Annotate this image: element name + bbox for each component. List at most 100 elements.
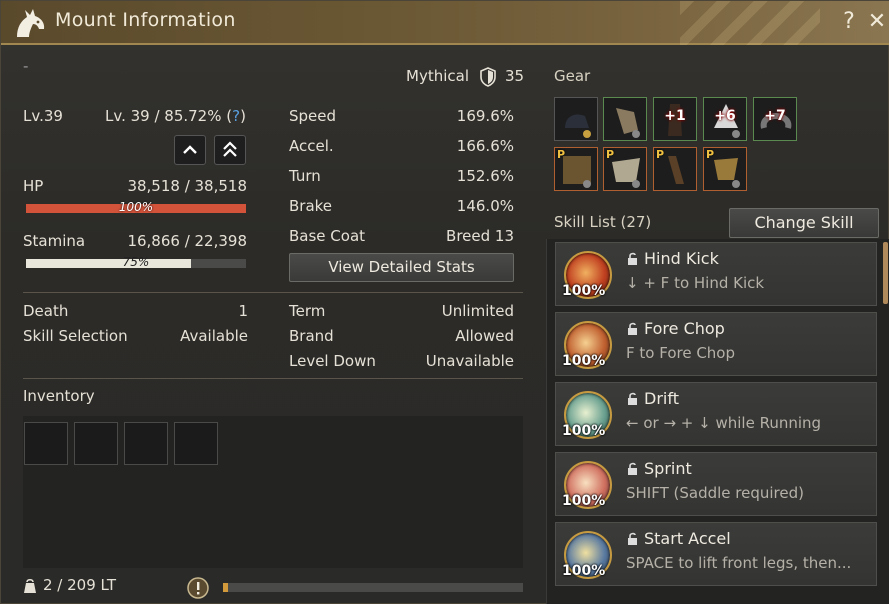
stat-value: Breed 13 [446, 227, 514, 245]
warning-icon[interactable] [187, 577, 209, 599]
info-value: 1 [238, 302, 248, 320]
enhancement-level: +1 [664, 108, 686, 124]
premium-saddle-icon[interactable]: P [554, 147, 598, 191]
skill-name: Sprint [644, 459, 692, 478]
double-chevron-up-icon [223, 141, 237, 157]
stat-value: 169.6% [456, 107, 514, 125]
hp-label: HP [23, 177, 44, 195]
skill-percent: 100% [562, 423, 606, 439]
stat-value: 146.0% [456, 197, 514, 215]
stamina-bar-text: 75% [122, 255, 150, 269]
info-value: Available [180, 327, 248, 345]
skill-item-sprint[interactable]: 100% Sprint SHIFT (Saddle required) [555, 452, 877, 516]
level-up-button[interactable] [174, 135, 206, 165]
hp-bar-text: 100% [118, 200, 154, 214]
info-label: Term [289, 302, 326, 320]
unlock-icon [628, 322, 637, 335]
skill-item-fore-chop[interactable]: 100% Fore Chop F to Fore Chop [555, 312, 877, 376]
skill-description: SHIFT (Saddle required) [626, 484, 804, 502]
enhancement-level: +7 [764, 108, 786, 124]
title-bar[interactable]: Mount Information ? ✕ [1, 1, 889, 45]
stat-label: Accel. [289, 137, 334, 155]
stat-label: Base Coat [289, 227, 366, 245]
weight-icon [24, 578, 36, 593]
divider [23, 292, 523, 293]
premium-horseshoe-icon[interactable]: P [703, 147, 747, 191]
skill-description: ↓ + F to Hind Kick [626, 274, 765, 292]
stat-value: 152.6% [456, 167, 514, 185]
level-up-max-button[interactable] [214, 135, 246, 165]
horseshoe-icon[interactable]: +7 [753, 97, 797, 141]
skill-item-start-accel[interactable]: 100% Start Accel SPACE to lift front leg… [555, 522, 877, 586]
info-label: Level Down [289, 352, 376, 370]
barding-icon[interactable]: +1 [653, 97, 697, 141]
level-value: Lv. 39 / 85.72% (?) [105, 107, 246, 125]
champron-icon[interactable]: +6 [703, 97, 747, 141]
skill-name: Drift [644, 389, 679, 408]
stirrups-icon[interactable] [603, 97, 647, 141]
unlock-icon [628, 532, 637, 545]
capacity-bar-fill [223, 583, 229, 592]
saddle-icon [565, 114, 591, 138]
info-value: Unlimited [441, 302, 514, 320]
skill-percent: 100% [562, 493, 606, 509]
gear-title: Gear [554, 67, 591, 85]
inventory-slot[interactable] [174, 422, 218, 465]
inventory-capacity: 2 / 209 LT [43, 576, 116, 594]
grade-value: 35 [505, 67, 525, 85]
premium-mark: P [656, 148, 665, 161]
skill-description: ← or → + ↓ while Running [626, 414, 822, 432]
help-button[interactable]: ? [839, 9, 859, 34]
premium-mark: P [706, 148, 715, 161]
hp-value: 38,518 / 38,518 [127, 177, 247, 195]
skill-percent: 100% [562, 283, 606, 299]
info-value: Allowed [455, 327, 514, 345]
grade-label: Mythical [406, 67, 469, 85]
skill-item-hind-kick[interactable]: 100% Hind Kick ↓ + F to Hind Kick [555, 242, 877, 306]
close-button[interactable]: ✕ [865, 9, 889, 34]
inventory-title: Inventory [23, 387, 95, 405]
stamina-label: Stamina [23, 232, 86, 250]
skill-item-drift[interactable]: 100% Drift ← or → + ↓ while Running [555, 382, 877, 446]
enhancement-level: +6 [714, 108, 736, 124]
capacity-bar [223, 583, 523, 592]
info-label: Brand [289, 327, 334, 345]
stat-value: 166.6% [456, 137, 514, 155]
horse-head-icon [17, 9, 45, 37]
title-bar-decoration [680, 1, 820, 45]
view-detailed-stats-button[interactable]: View Detailed Stats [289, 253, 514, 282]
skill-list-scrollbar[interactable] [883, 242, 888, 304]
premium-mark: P [557, 148, 566, 161]
inventory-grid [23, 416, 523, 568]
inventory-slot[interactable] [24, 422, 68, 465]
info-value: Unavailable [425, 352, 514, 370]
shield-icon [480, 67, 496, 87]
change-skill-button[interactable]: Change Skill [729, 208, 879, 238]
stamina-value: 16,866 / 22,398 [127, 232, 247, 250]
level-help-link[interactable]: ? [232, 107, 240, 125]
skill-name: Start Accel [644, 529, 731, 548]
inventory-slot[interactable] [124, 422, 168, 465]
level-label: Lv.39 [23, 107, 63, 125]
skill-name: Hind Kick [644, 249, 719, 268]
info-label: Death [23, 302, 69, 320]
window-title: Mount Information [55, 9, 236, 31]
premium-mark: P [606, 148, 615, 161]
stat-label: Turn [289, 167, 321, 185]
saddle-icon[interactable] [554, 97, 598, 141]
skill-percent: 100% [562, 563, 606, 579]
premium-stirrups-icon[interactable]: P [653, 147, 697, 191]
premium-barding-icon[interactable]: P [603, 147, 647, 191]
skill-description: F to Fore Chop [626, 344, 736, 362]
unlock-icon [628, 252, 637, 265]
stat-label: Brake [289, 197, 333, 215]
stirrups-icon [616, 108, 640, 138]
skill-percent: 100% [562, 353, 606, 369]
inventory-slot[interactable] [74, 422, 118, 465]
hp-bar: 100% [26, 200, 246, 214]
skill-list: 100% Hind Kick ↓ + F to Hind Kick 100% F… [546, 239, 889, 604]
stat-label: Speed [289, 107, 337, 125]
chevron-up-icon [183, 145, 197, 154]
skill-description: SPACE to lift front legs, then... [626, 554, 852, 572]
level-close-paren: ) [240, 107, 246, 125]
